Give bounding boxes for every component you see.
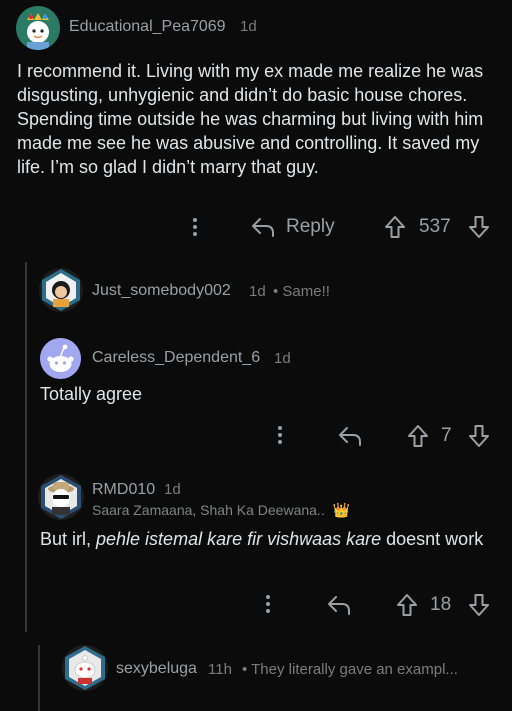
downvote-arrow-icon (469, 594, 489, 616)
thread-line[interactable] (25, 262, 27, 632)
comment-body-italic: pehle istemal kare fir vishwaas kare (96, 529, 382, 549)
thread-line-nested[interactable] (38, 645, 40, 711)
flair-text: Saara Zamaana, Shah Ka Deewana.. (92, 502, 325, 518)
downvote-arrow-icon (469, 216, 489, 238)
comment-body-text: doesnt work (381, 529, 484, 549)
more-options-icon (193, 218, 197, 236)
upvote-button[interactable] (381, 212, 409, 242)
upvote-arrow-icon (408, 425, 428, 447)
comment-username[interactable]: Educational_Pea7069 (69, 18, 226, 36)
avatar[interactable] (39, 268, 83, 312)
more-options-button[interactable] (183, 214, 207, 240)
comment-username[interactable]: Just_somebody002 (92, 282, 231, 300)
comment-username[interactable]: Careless_Dependent_6 (92, 349, 260, 367)
crown-icon: 👑 (332, 502, 351, 518)
upvote-arrow-icon (385, 216, 405, 238)
downvote-arrow-icon (469, 425, 489, 447)
comment-age: 11h (208, 661, 232, 678)
avatar[interactable] (40, 338, 81, 379)
reply-arrow-icon (339, 427, 361, 446)
downvote-button[interactable] (465, 212, 493, 242)
user-flair: Saara Zamaana, Shah Ka Deewana.. 👑 (92, 502, 350, 519)
upvote-button[interactable] (393, 590, 421, 620)
comment-body-text: But irl, (40, 529, 97, 549)
vote-score: 7 (441, 425, 452, 446)
upvote-arrow-icon (397, 594, 417, 616)
vote-score: 18 (430, 594, 452, 615)
comment-body: Totally agree (40, 384, 143, 404)
avatar[interactable] (16, 6, 60, 50)
more-options-button[interactable] (256, 591, 280, 617)
upvote-button[interactable] (404, 421, 432, 451)
comment-age: 1d (240, 18, 257, 35)
collapsed-preview[interactable]: • They literally gave an exampl... (242, 661, 458, 678)
comment-body: I recommend it. Living with my ex made m… (17, 61, 484, 177)
comment-username[interactable]: RMD010 (92, 481, 155, 499)
comment-username[interactable]: sexybeluga (116, 660, 197, 678)
comment-age: 1d (249, 283, 266, 300)
reply-button[interactable]: Reply (250, 212, 335, 242)
comment-age: 1d (164, 481, 181, 498)
downvote-button[interactable] (465, 421, 493, 451)
comment-age: 1d (274, 350, 291, 367)
downvote-button[interactable] (465, 590, 493, 620)
more-options-button[interactable] (268, 422, 292, 448)
reply-label: Reply (286, 216, 335, 237)
vote-score: 537 (419, 216, 451, 237)
reply-button[interactable] (324, 591, 354, 619)
more-options-icon (266, 595, 270, 613)
avatar[interactable] (62, 645, 108, 691)
reply-arrow-icon (328, 596, 350, 615)
more-options-icon (278, 426, 282, 444)
comment-body: But irl, pehle istemal kare fir vishwaas… (40, 527, 500, 551)
reply-arrow-icon (252, 218, 274, 237)
avatar[interactable] (38, 474, 84, 520)
reply-button[interactable] (335, 422, 365, 450)
collapsed-preview[interactable]: • Same!! (273, 283, 330, 300)
